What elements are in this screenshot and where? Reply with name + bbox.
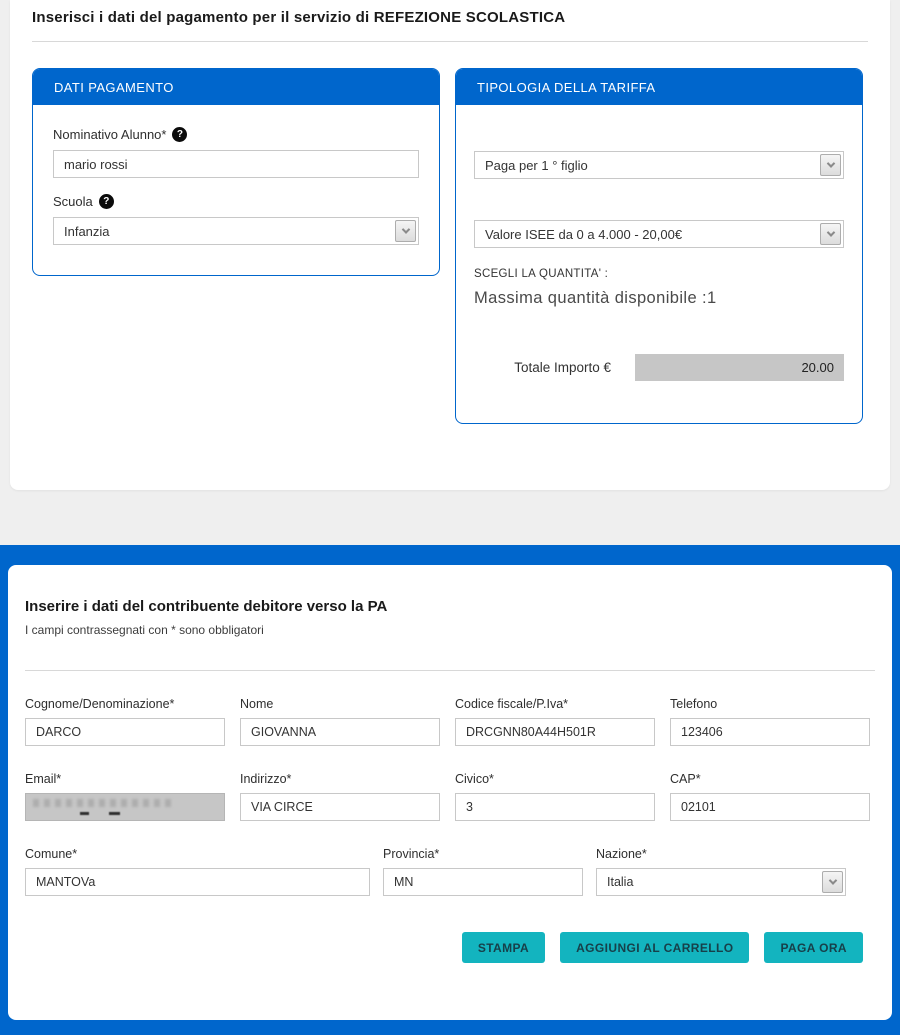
student-name-label-row: Nominativo Alunno* ? [53,127,419,142]
fiscal-code-label: Codice fiscale/P.Iva* [455,697,655,711]
child-number-select[interactable]: Paga per 1 ° figlio [474,151,844,179]
max-quantity-text: Massima quantità disponibile :1 [474,289,844,308]
form-row-1: Cognome/Denominazione* Nome Codice fisca… [25,671,875,746]
civic-input[interactable] [455,793,655,821]
city-label: Comune* [25,847,370,861]
student-name-input[interactable] [53,150,419,178]
isee-range-select-value: Valore ISEE da 0 a 4.000 - 20,00€ [485,227,682,242]
child-number-select-value: Paga per 1 ° figlio [485,158,588,173]
page-title: Inserisci i dati del pagamento per il se… [32,0,868,26]
address-input[interactable] [240,793,440,821]
total-amount-input [635,354,844,381]
form-row-2: Email* Indirizzo* Civico* CAP* [25,746,875,821]
tariff-panel-header: TIPOLOGIA DELLA TARIFFA [456,69,862,105]
quantity-section-label: SCEGLI LA QUANTITA' : [474,268,844,280]
redacted-text [33,799,175,807]
email-label: Email* [25,772,225,786]
payment-section-card: Inserisci i dati del pagamento per il se… [10,0,890,490]
debtor-section-band: Inserire i dati del contribuente debitor… [0,545,900,1035]
question-circle-icon[interactable]: ? [172,127,187,142]
city-input[interactable] [25,868,370,896]
phone-label: Telefono [670,697,870,711]
address-field: Indirizzo* [240,772,440,821]
isee-range-select[interactable]: Valore ISEE da 0 a 4.000 - 20,00€ [474,220,844,248]
school-select-value: Infanzia [64,224,110,239]
surname-field: Cognome/Denominazione* [25,697,225,746]
chevron-down-icon [822,871,843,893]
surname-input[interactable] [25,718,225,746]
name-input[interactable] [240,718,440,746]
address-label: Indirizzo* [240,772,440,786]
fiscal-code-field: Codice fiscale/P.Iva* [455,697,655,746]
cap-label: CAP* [670,772,870,786]
student-name-label: Nominativo Alunno* [53,127,166,142]
tariff-type-panel: TIPOLOGIA DELLA TARIFFA Paga per 1 ° fig… [455,68,863,424]
total-amount-row: Totale Importo € [474,354,844,381]
chevron-down-icon [395,220,416,242]
action-buttons-row: STAMPA AGGIUNGI AL CARRELLO PAGA ORA [25,932,875,963]
phone-field: Telefono [670,697,870,746]
redacted-mark [80,812,89,815]
tariff-panel-body: Paga per 1 ° figlio Valore ISEE da 0 a 4… [456,105,862,423]
nation-select[interactable]: Italia [596,868,846,896]
panels-row: DATI PAGAMENTO Nominativo Alunno* ? Scuo… [32,68,868,424]
debtor-form-title: Inserire i dati del contribuente debitor… [25,598,875,615]
phone-input[interactable] [670,718,870,746]
name-label: Nome [240,697,440,711]
civic-label: Civico* [455,772,655,786]
city-field: Comune* [25,847,370,896]
school-label: Scuola [53,194,93,209]
chevron-down-icon [820,154,841,176]
redacted-mark [109,812,120,815]
civic-field: Civico* [455,772,655,821]
email-field: Email* [25,772,225,821]
total-amount-label: Totale Importo € [514,360,611,375]
question-circle-icon[interactable]: ? [99,194,114,209]
cap-input[interactable] [670,793,870,821]
pay-now-button[interactable]: PAGA ORA [764,932,863,963]
form-row-3: Comune* Provincia* Nazione* Italia [25,821,875,896]
province-input[interactable] [383,868,583,896]
nation-select-value: Italia [607,875,633,889]
fiscal-code-input[interactable] [455,718,655,746]
payment-data-panel: DATI PAGAMENTO Nominativo Alunno* ? Scuo… [32,68,440,276]
payment-panel-header: DATI PAGAMENTO [33,69,439,105]
nation-label: Nazione* [596,847,846,861]
title-divider [32,41,868,42]
chevron-down-icon [820,223,841,245]
school-select[interactable]: Infanzia [53,217,419,245]
required-fields-note: I campi contrassegnati con * sono obblig… [25,623,875,637]
payment-panel-body: Nominativo Alunno* ? Scuola ? Infanzia [33,105,439,275]
province-field: Provincia* [383,847,583,896]
add-to-cart-button[interactable]: AGGIUNGI AL CARRELLO [560,932,749,963]
debtor-form-card: Inserire i dati del contribuente debitor… [8,565,892,1020]
surname-label: Cognome/Denominazione* [25,697,225,711]
print-button[interactable]: STAMPA [462,932,545,963]
email-input-disabled [25,793,225,821]
name-field: Nome [240,697,440,746]
nation-field: Nazione* Italia [596,847,846,896]
province-label: Provincia* [383,847,583,861]
cap-field: CAP* [670,772,870,821]
school-label-row: Scuola ? [53,194,419,209]
